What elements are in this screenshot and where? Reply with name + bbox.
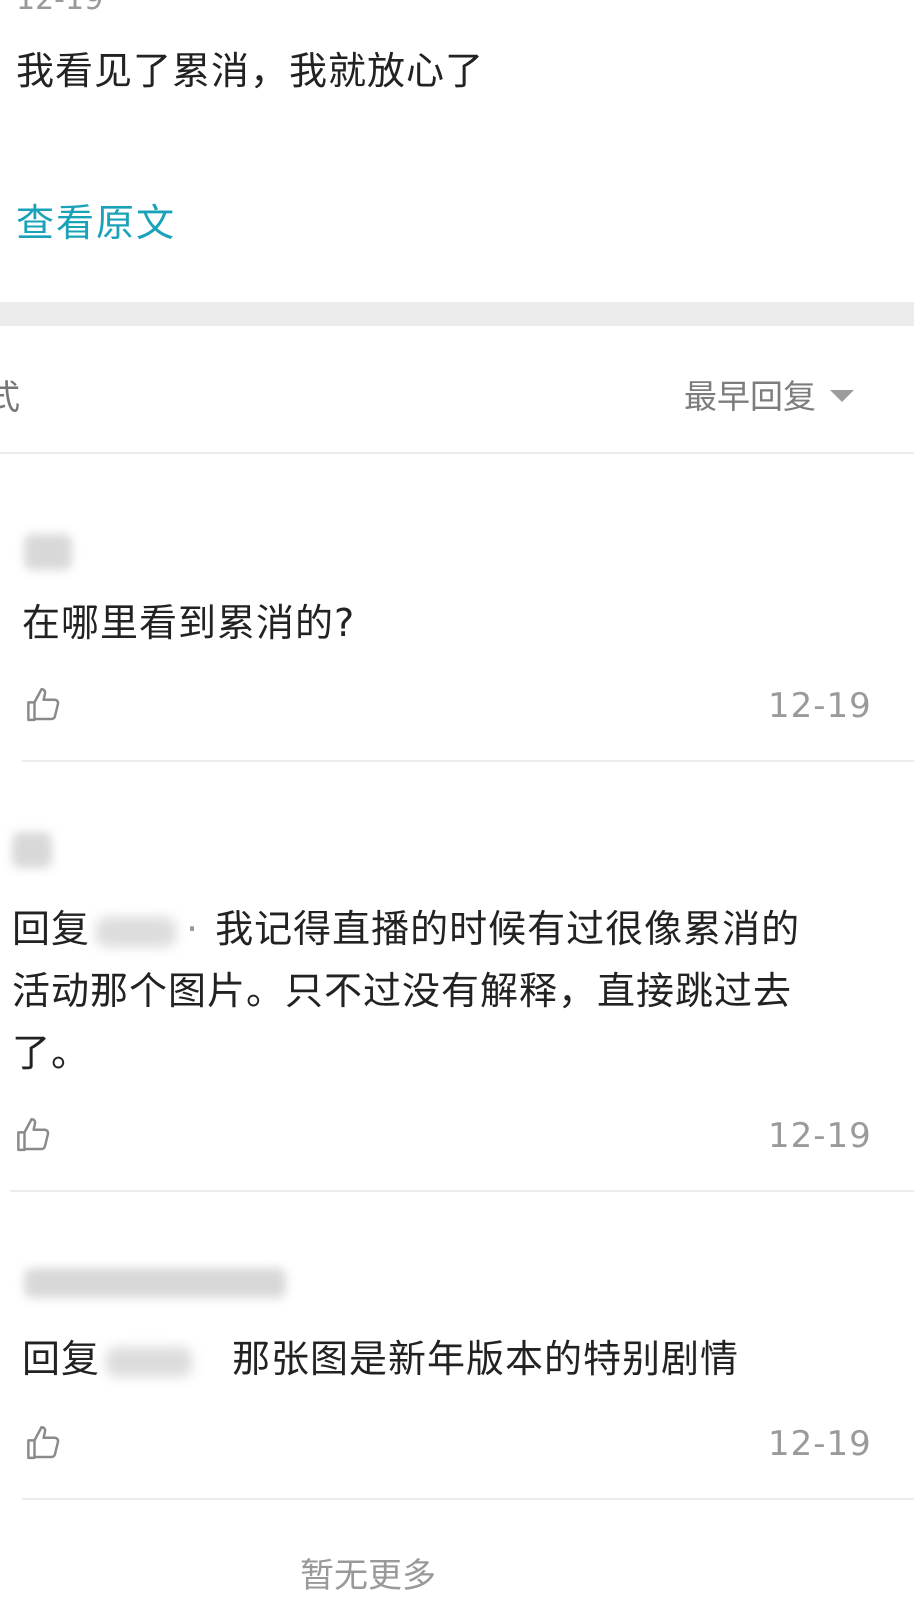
reply-body-line2: 活动那个图片。只不过没有解释，直接跳过去 [12, 969, 793, 1013]
thumbs-up-icon[interactable] [24, 1422, 66, 1464]
commenter-name [24, 1268, 286, 1298]
comment-date: 12-19 [768, 686, 872, 726]
comment-date: 12-19 [768, 1424, 872, 1464]
section-divider [0, 302, 914, 326]
reply-target-name[interactable] [96, 916, 177, 947]
reply-body-line3: 了。 [12, 1031, 91, 1075]
thumbs-up-icon[interactable] [14, 1114, 56, 1156]
reply-prefix: 回复 [22, 1337, 101, 1381]
comment-item: 回复 · 我记得直播的时候有过很像累消的 活动那个图片。只不过没有解释，直接跳过去 … [0, 762, 914, 1192]
thumbs-up-icon[interactable] [24, 684, 66, 726]
comment-date: 12-19 [768, 1116, 872, 1156]
reply-body-line1: 我记得直播的时候有过很像累消的 [215, 907, 801, 951]
comment-text: 回复 那张图是新年版本的特别剧情 [22, 1328, 739, 1390]
post-text: 我看见了累消，我就放心了 [16, 49, 485, 93]
reply-body: 那张图是新年版本的特别剧情 [232, 1337, 740, 1381]
comment-text: 在哪里看到累消的? [22, 601, 356, 645]
sort-label: 最早回复 [684, 377, 816, 416]
avatar [24, 534, 72, 570]
no-more-label: 暂无更多 [300, 1556, 436, 1596]
post-date: 12-19 [16, 0, 103, 17]
view-original-link[interactable]: 查看原文 [16, 192, 176, 247]
reply-separator: · [186, 907, 200, 951]
reply-target-name[interactable] [106, 1346, 193, 1377]
reply-prefix: 回复 [12, 907, 91, 951]
comment-divider [22, 1498, 914, 1500]
sort-dropdown[interactable]: 最早回复 [684, 370, 854, 418]
comment-text: 回复 · 我记得直播的时候有过很像累消的 活动那个图片。只不过没有解释，直接跳过去 … [12, 898, 892, 1084]
comment-item: 回复 那张图是新年版本的特别剧情 12-19 [0, 1192, 914, 1500]
caret-down-icon [830, 390, 854, 402]
comment-item: 在哪里看到累消的? 12-19 [0, 454, 914, 762]
comment-mode-label: 式 [0, 378, 20, 418]
avatar [12, 832, 52, 868]
